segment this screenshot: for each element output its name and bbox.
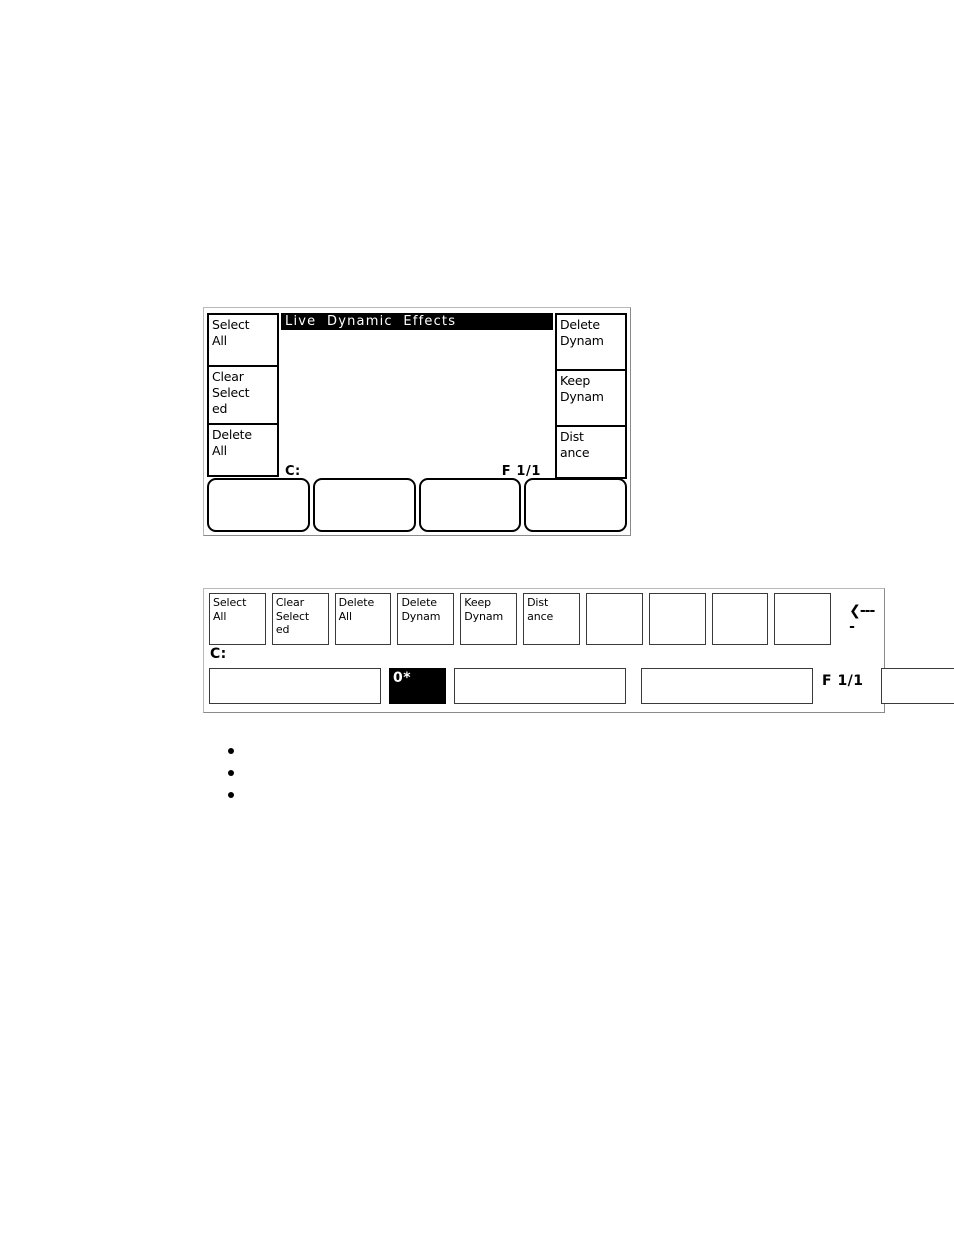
lcd-content-area: Live Dynamic Effects C: F 1/1 <box>281 313 553 479</box>
bullet-list <box>210 740 648 806</box>
keymap-field-row: 0* F 1/1 <box>209 668 954 704</box>
keymap-field-3[interactable] <box>454 668 626 704</box>
keymap-field-selected-count[interactable]: 0* <box>389 668 446 704</box>
keymap-key-select-all[interactable]: Select All <box>209 593 266 645</box>
lcd-page-indicator: F 1/1 <box>501 464 541 479</box>
lcd-screen-inner: Select All Clear Select ed Delete All Li… <box>207 311 627 532</box>
lcd-softkey-select-all[interactable]: Select All <box>207 313 279 365</box>
lcd-softkey-delete-dynam[interactable]: Delete Dynam <box>555 313 627 369</box>
lcd-bottom-button-row <box>207 478 627 532</box>
keymap-key-keep-dynam[interactable]: Keep Dynam <box>460 593 518 645</box>
keymap-panel: Select All Clear Select ed Delete All De… <box>203 588 954 713</box>
lcd-bottom-button-1[interactable] <box>207 478 310 532</box>
list-item <box>228 784 648 806</box>
lcd-bottom-button-2[interactable] <box>312 478 416 532</box>
keymap-inner: Select All Clear Select ed Delete All De… <box>209 593 954 708</box>
lcd-screen-panel: Select All Clear Select ed Delete All Li… <box>203 307 631 536</box>
back-arrow-icon: ❮---- <box>849 603 875 635</box>
keymap-field-5[interactable] <box>881 668 954 704</box>
keymap-page-indicator: F 1/1 <box>822 673 864 689</box>
lcd-title-bar: Live Dynamic Effects <box>281 313 553 330</box>
keymap-key-delete-dynam[interactable]: Delete Dynam <box>397 593 455 645</box>
keymap-key-row: Select All Clear Select ed Delete All De… <box>209 593 879 645</box>
keymap-field-1[interactable] <box>209 668 381 704</box>
keymap-key-empty-10[interactable] <box>774 593 832 645</box>
keymap-key-empty-9[interactable] <box>711 593 769 645</box>
lcd-bottom-button-4[interactable] <box>524 478 627 532</box>
lcd-softkey-clear-selected[interactable]: Clear Select ed <box>207 365 279 423</box>
keymap-key-clear-selected[interactable]: Clear Select ed <box>271 593 329 645</box>
lcd-softkey-keep-dynam[interactable]: Keep Dynam <box>555 369 627 425</box>
list-item <box>228 762 648 784</box>
lcd-bottom-button-3[interactable] <box>418 478 522 532</box>
keymap-key-empty-8[interactable] <box>648 593 706 645</box>
lcd-right-softkey-column: Delete Dynam Keep Dynam Dist ance <box>555 313 627 479</box>
lcd-status-prefix: C: <box>285 464 301 479</box>
keymap-key-empty-7[interactable] <box>585 593 643 645</box>
lcd-softkey-distance[interactable]: Dist ance <box>555 425 627 479</box>
list-item <box>228 740 648 762</box>
lcd-left-softkey-column: Select All Clear Select ed Delete All <box>207 313 279 479</box>
keymap-field-4[interactable] <box>641 668 813 704</box>
lcd-softkey-delete-all[interactable]: Delete All <box>207 423 279 477</box>
keymap-key-delete-all[interactable]: Delete All <box>334 593 392 645</box>
keymap-key-distance[interactable]: Dist ance <box>523 593 580 645</box>
keymap-status-prefix: C: <box>210 646 227 662</box>
